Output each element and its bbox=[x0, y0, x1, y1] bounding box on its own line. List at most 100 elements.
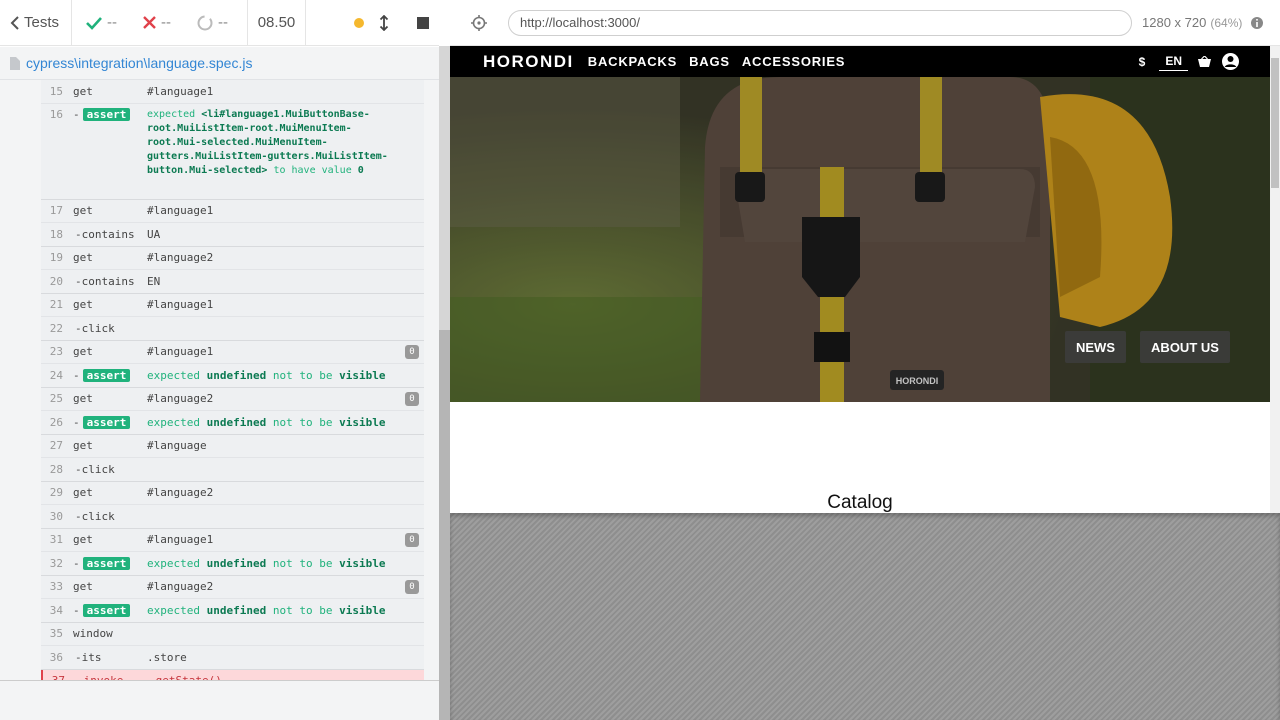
assert-label: assert bbox=[82, 368, 131, 382]
command-row[interactable]: 15 get #language1 bbox=[41, 80, 424, 104]
language-selector[interactable]: EN bbox=[1159, 52, 1188, 71]
element-count-badge: 0 bbox=[405, 532, 419, 547]
tests-back-button[interactable]: Tests bbox=[0, 0, 72, 46]
assert-badge: - assert bbox=[69, 415, 147, 429]
reporter-panel: Tests -- -- -- 08.50 cypress\integration… bbox=[0, 0, 439, 720]
assert-label: assert bbox=[82, 415, 131, 429]
assert-label: assert bbox=[82, 107, 131, 121]
command-name: get bbox=[73, 84, 93, 98]
test-counts: -- -- -- bbox=[72, 0, 248, 46]
site-menu: BACKPACKS BAGS ACCESSORIES bbox=[588, 54, 846, 69]
passed-count[interactable]: -- bbox=[86, 14, 117, 31]
command-row[interactable]: 21 get #language1 bbox=[41, 294, 424, 317]
check-icon bbox=[86, 16, 102, 30]
command-number: 36 bbox=[49, 650, 63, 664]
command-row[interactable]: 33 get #language2 0 bbox=[41, 576, 424, 599]
spec-file-bar: cypress\integration\language.spec.js bbox=[0, 47, 439, 80]
command-row[interactable]: 31 get #language1 0 bbox=[41, 529, 424, 552]
command-number: 16 bbox=[49, 107, 63, 121]
currency-selector[interactable]: $ bbox=[1139, 55, 1146, 69]
about-us-button[interactable]: ABOUT US bbox=[1140, 331, 1230, 363]
viewport-size: 1280 x 720 bbox=[1142, 15, 1207, 30]
command-name: window bbox=[73, 627, 113, 641]
command-number: 22 bbox=[49, 321, 63, 335]
reporter-scrollbar-thumb[interactable] bbox=[439, 330, 450, 720]
command-row[interactable]: 22 -click bbox=[41, 317, 424, 341]
command-row[interactable]: 34 - assert expected undefined not to be v… bbox=[41, 599, 424, 623]
selector-playground-button[interactable] bbox=[450, 14, 508, 31]
assert-badge: - assert bbox=[69, 556, 147, 570]
runner-controls bbox=[306, 0, 439, 46]
command-message: expected undefined not to be visible bbox=[147, 368, 386, 382]
cart-icon[interactable] bbox=[1198, 56, 1211, 67]
command-message: #language1 bbox=[147, 84, 214, 98]
news-button[interactable]: NEWS bbox=[1065, 331, 1126, 363]
aut-scrollbar-thumb[interactable] bbox=[1271, 58, 1279, 188]
command-name: get bbox=[73, 533, 93, 547]
command-number: 34 bbox=[49, 603, 63, 617]
site-logo[interactable]: HORONDI bbox=[483, 52, 574, 72]
menu-item-backpacks[interactable]: BACKPACKS bbox=[588, 54, 677, 69]
command-row[interactable]: 28 -click bbox=[41, 458, 424, 482]
command-name: -click bbox=[75, 509, 115, 523]
site-navbar: HORONDI BACKPACKS BAGS ACCESSORIES $ EN bbox=[450, 46, 1270, 77]
assert-badge: - assert bbox=[69, 107, 147, 121]
assert-badge: - assert bbox=[69, 603, 147, 617]
failed-count[interactable]: -- bbox=[143, 14, 171, 31]
running-indicator-icon bbox=[353, 17, 365, 29]
duration: 08.50 bbox=[248, 0, 306, 46]
command-name: get bbox=[73, 486, 93, 500]
user-icon[interactable] bbox=[1221, 52, 1240, 71]
assert-badge: - assert bbox=[69, 368, 147, 382]
info-icon[interactable] bbox=[1250, 16, 1264, 30]
viewport-info[interactable]: 1280 x 720 (64%) bbox=[1142, 15, 1242, 30]
command-row[interactable]: 18 -contains UA bbox=[41, 223, 424, 247]
url-bar[interactable]: http://localhost:3000/ bbox=[508, 9, 1132, 36]
command-row[interactable]: 30 -click bbox=[41, 505, 424, 529]
command-name: get bbox=[73, 392, 93, 406]
command-row[interactable]: 20 -contains EN bbox=[41, 270, 424, 294]
command-row[interactable]: 25 get #language2 0 bbox=[41, 388, 424, 411]
command-message: .store bbox=[147, 650, 187, 664]
command-row[interactable]: 36 -its .store bbox=[41, 646, 424, 670]
command-number: 17 bbox=[49, 204, 63, 218]
command-message: expected undefined not to be visible bbox=[147, 415, 386, 429]
catalog-title: Catalog bbox=[827, 492, 893, 513]
crosshair-icon bbox=[471, 14, 487, 31]
command-row[interactable]: 35 window bbox=[41, 623, 424, 646]
command-row[interactable]: 23 get #language1 0 bbox=[41, 341, 424, 364]
pending-circle-icon bbox=[197, 15, 213, 31]
command-number: 24 bbox=[49, 368, 63, 382]
command-row[interactable]: 16 - assert expected <li#language1.MuiButt… bbox=[41, 104, 424, 200]
command-row[interactable]: 29 get #language2 bbox=[41, 482, 424, 505]
command-message: #language2 bbox=[147, 486, 214, 500]
pending-count[interactable]: -- bbox=[197, 14, 228, 31]
command-name: -click bbox=[75, 462, 115, 476]
aut-header: http://localhost:3000/ 1280 x 720 (64%) bbox=[450, 0, 1280, 46]
command-name: -click bbox=[75, 321, 115, 335]
command-number: 19 bbox=[49, 251, 63, 265]
command-list: 15 get #language1 16 - assert expected <li#la… bbox=[41, 80, 424, 680]
command-row[interactable]: 17 get #language1 bbox=[41, 200, 424, 223]
command-number: 18 bbox=[49, 227, 63, 241]
command-name: get bbox=[73, 251, 93, 265]
auto-scroll-toggle-icon[interactable] bbox=[379, 14, 389, 31]
command-number: 32 bbox=[49, 556, 63, 570]
menu-item-accessories[interactable]: ACCESSORIES bbox=[742, 54, 845, 69]
stop-icon[interactable] bbox=[417, 16, 429, 29]
command-message: #language1 bbox=[147, 533, 214, 547]
command-message: #language2 bbox=[147, 251, 214, 265]
command-row[interactable]: 19 get #language2 bbox=[41, 247, 424, 270]
spec-path-link[interactable]: cypress\integration\language.spec.js bbox=[26, 55, 252, 71]
menu-item-bags[interactable]: BAGS bbox=[689, 54, 730, 69]
command-row[interactable]: 27 get #language bbox=[41, 435, 424, 458]
x-icon bbox=[143, 16, 156, 29]
command-number: 30 bbox=[49, 509, 63, 523]
command-row[interactable]: 24 - assert expected undefined not to be v… bbox=[41, 364, 424, 388]
command-row-failed[interactable]: 37-invoke.getState() bbox=[41, 669, 424, 680]
command-row[interactable]: 32 - assert expected undefined not to be v… bbox=[41, 552, 424, 576]
tests-label: Tests bbox=[24, 14, 60, 31]
command-row[interactable]: 26 - assert expected undefined not to be v… bbox=[41, 411, 424, 435]
stats-bar: Tests -- -- -- 08.50 bbox=[0, 0, 439, 46]
command-message: expected undefined not to be visible bbox=[147, 556, 386, 570]
